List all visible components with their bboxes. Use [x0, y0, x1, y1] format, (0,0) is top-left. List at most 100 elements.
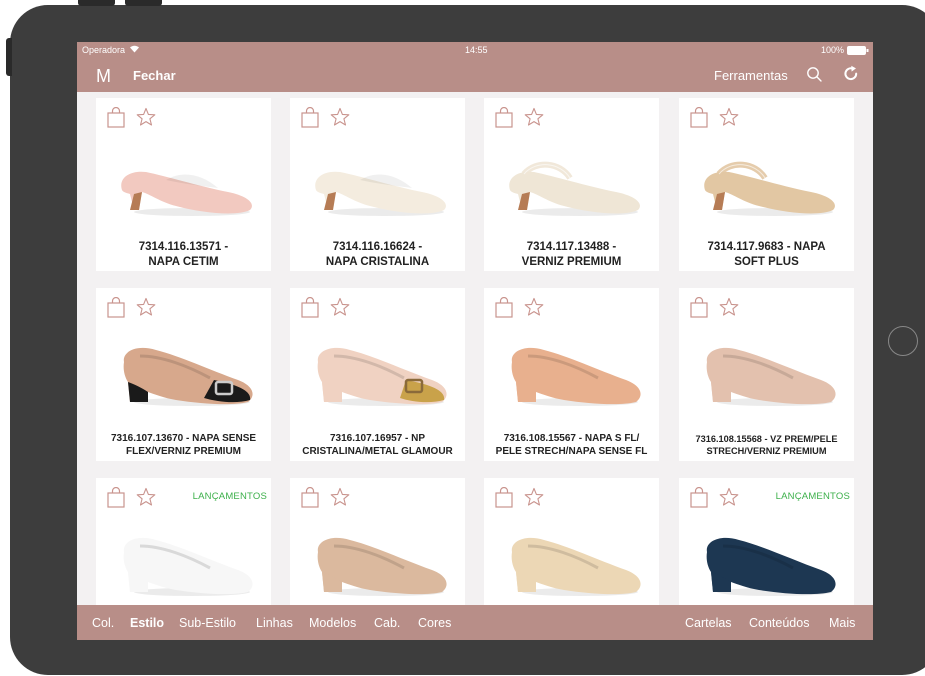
product-title-line: 7314.117.13488 - — [526, 241, 617, 253]
battery-percent: 100% — [821, 45, 845, 55]
tools-button[interactable]: Ferramentas — [714, 68, 788, 83]
close-button[interactable]: Fechar — [133, 68, 176, 83]
product-title: 7314.116.16624 - NAPA CRISTALINA — [290, 240, 465, 270]
favorite-star-icon[interactable] — [330, 107, 350, 132]
product-card[interactable]: 7314.116.13571 - NAPA CETIM — [96, 98, 271, 271]
product-card[interactable]: 7316.108.15567 - NAPA S FL/ PELE STRECH/… — [484, 288, 659, 461]
product-title: 7316.108.15567 - NAPA S FL/ PELE STRECH/… — [484, 432, 659, 458]
favorite-star-icon[interactable] — [330, 297, 350, 322]
tab-cartelas[interactable]: Cartelas — [685, 616, 732, 630]
tab-cab[interactable]: Cab. — [374, 616, 400, 630]
app-screen: Operadora 14:55 100% M Fechar Ferramenta… — [77, 42, 873, 640]
power-button — [6, 38, 12, 76]
product-title-line: FLEX/VERNIZ PREMIUM — [125, 446, 241, 457]
shoe-image — [494, 512, 649, 602]
shopping-bag-icon[interactable] — [495, 106, 513, 133]
favorite-star-icon[interactable] — [136, 297, 156, 322]
favorite-star-icon[interactable] — [719, 487, 739, 512]
battery-icon — [847, 46, 869, 57]
shoe-image — [300, 322, 455, 412]
shopping-bag-icon[interactable] — [107, 296, 125, 323]
tab-linhas[interactable]: Linhas — [256, 616, 293, 630]
product-card[interactable]: 7314.117.13488 - VERNIZ PREMIUM — [484, 98, 659, 271]
product-title-line: VERNIZ PREMIUM — [521, 256, 622, 268]
shopping-bag-icon[interactable] — [495, 486, 513, 513]
tab-conteudos[interactable]: Conteúdos — [749, 616, 809, 630]
product-card[interactable]: 7316.107.16957 - NP CRISTALINA/METAL GLA… — [290, 288, 465, 461]
product-title: 7314.117.9683 - NAPA SOFT PLUS — [679, 240, 854, 270]
shopping-bag-icon[interactable] — [107, 486, 125, 513]
favorite-star-icon[interactable] — [330, 487, 350, 512]
launch-badge: LANÇAMENTOS — [775, 491, 850, 502]
product-card[interactable] — [290, 478, 465, 605]
shopping-bag-icon[interactable] — [301, 106, 319, 133]
wifi-icon — [129, 44, 140, 55]
shoe-image — [689, 322, 844, 412]
product-card[interactable]: 7316.107.13670 - NAPA SENSE FLEX/VERNIZ … — [96, 288, 271, 461]
product-title-line: 7316.108.15568 - VZ PREM/PELE — [695, 434, 838, 444]
favorite-star-icon[interactable] — [719, 107, 739, 132]
product-title: 7314.117.13488 - VERNIZ PREMIUM — [484, 240, 659, 270]
product-title-line: PELE STRECH/NAPA SENSE FL — [495, 446, 648, 457]
favorite-star-icon[interactable] — [136, 107, 156, 132]
volume-button — [78, 0, 115, 6]
favorite-star-icon[interactable] — [524, 297, 544, 322]
volume-button — [125, 0, 162, 6]
tab-cores[interactable]: Cores — [418, 616, 451, 630]
product-title: 7314.116.13571 - NAPA CETIM — [96, 240, 271, 270]
shoe-image — [300, 132, 455, 222]
product-title: 7316.107.16957 - NP CRISTALINA/METAL GLA… — [290, 432, 465, 458]
status-bar: Operadora 14:55 100% — [77, 42, 873, 58]
product-card[interactable]: 7316.108.15568 - VZ PREM/PELE STRECH/VER… — [679, 288, 854, 461]
tab-modelos[interactable]: Modelos — [309, 616, 356, 630]
tab-mais[interactable]: Mais — [829, 616, 855, 630]
tab-subestilo[interactable]: Sub-Estilo — [179, 616, 236, 630]
product-card[interactable]: 7314.117.9683 - NAPA SOFT PLUS — [679, 98, 854, 271]
tab-col[interactable]: Col. — [92, 616, 114, 630]
product-title-line: 7316.107.16957 - NP — [329, 433, 426, 444]
product-title-line: SOFT PLUS — [734, 256, 799, 268]
clock: 14:55 — [465, 45, 488, 55]
product-title-line: CRISTALINA/METAL GLAMOUR — [302, 446, 453, 457]
shopping-bag-icon[interactable] — [690, 296, 708, 323]
carrier-label: Operadora — [82, 45, 126, 55]
product-title-line: 7316.107.13670 - NAPA SENSE — [110, 433, 257, 444]
shopping-bag-icon[interactable] — [301, 296, 319, 323]
product-card[interactable] — [484, 478, 659, 605]
product-grid: 7314.116.13571 - NAPA CETIM 7314.116.166… — [77, 92, 873, 605]
shoe-image — [106, 322, 261, 412]
shopping-bag-icon[interactable] — [301, 486, 319, 513]
home-button[interactable] — [888, 326, 918, 356]
product-title: 7316.107.13670 - NAPA SENSE FLEX/VERNIZ … — [96, 432, 271, 458]
product-title-line: 7316.108.15567 - NAPA S FL/ — [503, 433, 640, 444]
product-title-line: NAPA CRISTALINA — [325, 256, 430, 268]
favorite-star-icon[interactable] — [136, 487, 156, 512]
product-card[interactable]: 7314.116.16624 - NAPA CRISTALINA — [290, 98, 465, 271]
product-card[interactable]: LANÇAMENTOS — [679, 478, 854, 605]
product-title-line: NAPA CETIM — [148, 256, 219, 268]
refresh-icon[interactable] — [842, 65, 860, 88]
shoe-image — [689, 512, 844, 602]
product-title-line: 7314.116.13571 - — [138, 241, 229, 253]
search-icon[interactable] — [806, 66, 823, 88]
shoe-image — [300, 512, 455, 602]
bottom-tab-bar: Col. Estilo Sub-Estilo Linhas Modelos Cab. Cor… — [77, 605, 873, 640]
brand-logo: M — [96, 66, 111, 86]
favorite-star-icon[interactable] — [719, 297, 739, 322]
shopping-bag-icon[interactable] — [690, 106, 708, 133]
shopping-bag-icon[interactable] — [107, 106, 125, 133]
product-card[interactable]: LANÇAMENTOS — [96, 478, 271, 605]
shopping-bag-icon[interactable] — [495, 296, 513, 323]
shoe-image — [494, 322, 649, 412]
shopping-bag-icon[interactable] — [690, 486, 708, 513]
product-title-line: 7314.117.9683 - NAPA — [707, 241, 826, 253]
favorite-star-icon[interactable] — [524, 487, 544, 512]
product-title-line: STRECH/VERNIZ PREMIUM — [706, 446, 827, 456]
shoe-image — [494, 132, 649, 222]
shoe-image — [106, 512, 261, 602]
shoe-image — [689, 132, 844, 222]
tab-estilo[interactable]: Estilo — [130, 616, 164, 630]
favorite-star-icon[interactable] — [524, 107, 544, 132]
navigation-bar: M Fechar Ferramentas — [77, 58, 873, 92]
product-title: 7316.108.15568 - VZ PREM/PELE STRECH/VER… — [679, 433, 854, 457]
